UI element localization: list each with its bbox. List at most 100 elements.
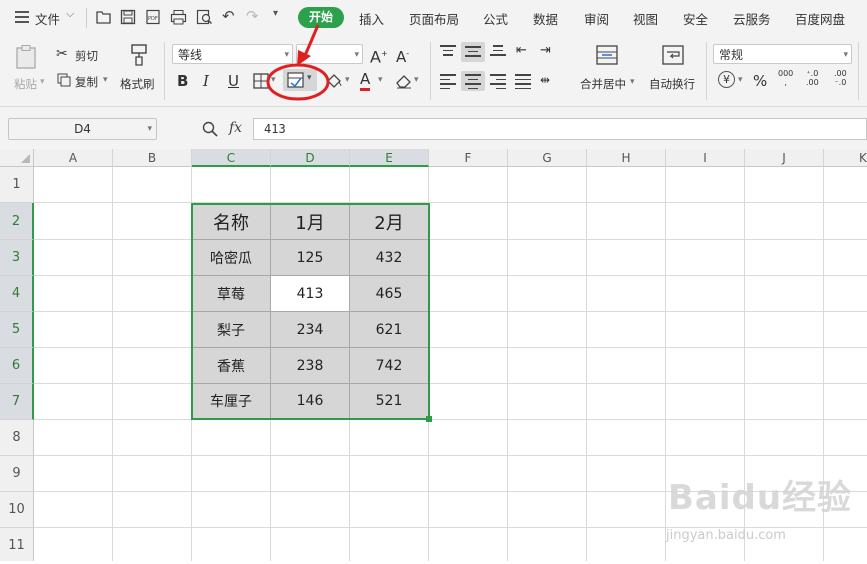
cell-e5[interactable]: 621 [350, 312, 429, 348]
paste-icon[interactable] [14, 44, 40, 70]
format-painter-icon[interactable] [128, 43, 150, 67]
decrease-font-size-icon[interactable]: A- [396, 44, 409, 67]
cell-d7[interactable]: 146 [271, 384, 350, 419]
hamburger-menu-icon[interactable] [15, 11, 29, 23]
currency-dropdown-icon[interactable]: ▾ [738, 75, 743, 85]
print-icon[interactable] [170, 9, 187, 25]
cell-d3[interactable]: 125 [271, 240, 350, 276]
redo-icon[interactable]: ↷ [246, 7, 259, 25]
copy-dropdown-icon[interactable]: ▾ [103, 75, 108, 85]
copy-button[interactable]: 复制 [75, 74, 98, 90]
row-header-8[interactable]: 8 [0, 420, 34, 456]
column-header-k[interactable]: K [824, 149, 867, 167]
scissors-icon[interactable]: ✂ [56, 44, 68, 64]
tab-view[interactable]: 视图 [633, 9, 658, 28]
column-header-a[interactable]: A [34, 149, 113, 167]
cell-d5[interactable]: 234 [271, 312, 350, 348]
row-header-2[interactable]: 2 [0, 203, 34, 240]
cell-c4[interactable]: 草莓 [192, 276, 271, 312]
save-icon[interactable] [120, 9, 136, 25]
decrease-decimal-icon[interactable]: .00 ⁻.0 [834, 69, 847, 87]
row-header-3[interactable]: 3 [0, 240, 34, 276]
cell-c3[interactable]: 哈密瓜 [192, 240, 271, 276]
borders-icon[interactable] [253, 73, 269, 89]
cell-e4[interactable]: 465 [350, 276, 429, 312]
cell-d2[interactable]: 1月 [271, 204, 350, 240]
merge-center-icon[interactable] [596, 45, 618, 65]
copy-icon[interactable] [57, 73, 71, 87]
wrap-text-icon[interactable] [662, 45, 684, 65]
cell-e2[interactable]: 2月 [350, 204, 429, 240]
cut-button[interactable]: 剪切 [75, 48, 98, 64]
column-header-i[interactable]: I [666, 149, 745, 167]
tab-formulas[interactable]: 公式 [483, 9, 508, 28]
undo-icon[interactable]: ↶ [222, 7, 235, 25]
merge-dropdown-icon[interactable]: ▾ [630, 77, 635, 87]
eraser-icon[interactable] [395, 73, 413, 89]
paste-button[interactable]: 粘贴 [14, 76, 37, 92]
increase-font-size-icon[interactable]: A+ [370, 44, 388, 67]
decrease-indent-icon[interactable]: ⇤ [516, 41, 527, 61]
align-top-icon[interactable] [440, 45, 456, 56]
align-left-icon[interactable] [440, 74, 456, 89]
currency-icon[interactable]: ¥ [718, 71, 735, 88]
row-header-1[interactable]: 1 [0, 167, 34, 203]
row-header-7[interactable]: 7 [0, 384, 34, 420]
row-header-9[interactable]: 9 [0, 456, 34, 492]
quick-access-dropdown-icon[interactable]: ▾ [273, 8, 278, 19]
justify-icon[interactable] [515, 74, 531, 89]
zoom-icon[interactable] [202, 121, 218, 137]
column-header-c[interactable]: C [192, 149, 271, 167]
eraser-dropdown-icon[interactable]: ▾ [414, 75, 419, 85]
row-header-5[interactable]: 5 [0, 312, 34, 348]
name-box[interactable]: D4 ▾ [8, 118, 157, 140]
tab-page-layout[interactable]: 页面布局 [409, 9, 459, 28]
number-format-select[interactable]: 常规 ▾ [713, 44, 852, 64]
row-header-11[interactable]: 11 [0, 528, 34, 561]
cell-e6[interactable]: 742 [350, 348, 429, 384]
tab-cloud-service[interactable]: 云服务 [733, 9, 771, 28]
merge-center-button[interactable]: 合并居中 [580, 76, 626, 92]
cell-c5[interactable]: 梨子 [192, 312, 271, 348]
tab-home[interactable]: 开始 [298, 7, 344, 28]
insert-function-button[interactable]: fx [229, 120, 242, 136]
bold-button[interactable]: B [177, 71, 188, 91]
borders-dropdown-icon[interactable]: ▾ [271, 75, 276, 85]
tab-insert[interactable]: 插入 [359, 9, 384, 28]
underline-button[interactable]: U [228, 71, 239, 91]
row-header-6[interactable]: 6 [0, 348, 34, 384]
font-color-icon[interactable]: A [360, 70, 371, 91]
cell-style-button[interactable]: ▾ [283, 69, 317, 91]
print-preview-icon[interactable] [196, 9, 213, 25]
thousands-separator-icon[interactable]: 000, [778, 69, 793, 87]
align-bottom-icon[interactable] [490, 45, 506, 56]
column-header-b[interactable]: B [113, 149, 192, 167]
tab-data[interactable]: 数据 [533, 9, 558, 28]
cell-c6[interactable]: 香蕉 [192, 348, 271, 384]
column-header-f[interactable]: F [429, 149, 508, 167]
cell-c7[interactable]: 车厘子 [192, 384, 271, 419]
cell-c2[interactable]: 名称 [192, 204, 271, 240]
row-header-4[interactable]: 4 [0, 276, 34, 312]
format-painter-button[interactable]: 格式刷 [120, 76, 155, 92]
increase-decimal-icon[interactable]: ⁺.0.00 [806, 69, 819, 87]
column-header-g[interactable]: G [508, 149, 587, 167]
formula-input[interactable]: 413 [253, 118, 867, 140]
italic-button[interactable]: I [203, 71, 209, 91]
paste-dropdown-icon[interactable]: ▾ [40, 77, 45, 87]
cell-e3[interactable]: 432 [350, 240, 429, 276]
fill-handle[interactable] [426, 416, 432, 422]
cell-e7[interactable]: 521 [350, 384, 429, 419]
align-right-icon[interactable] [490, 74, 506, 89]
column-header-h[interactable]: H [587, 149, 666, 167]
export-pdf-icon[interactable]: PDF [145, 9, 161, 25]
percent-icon[interactable]: % [753, 71, 767, 91]
distributed-align-icon[interactable]: ⇹ [540, 70, 550, 90]
column-header-j[interactable]: J [745, 149, 824, 167]
tab-review[interactable]: 审阅 [584, 9, 609, 28]
font-color-dropdown-icon[interactable]: ▾ [378, 75, 383, 85]
column-header-d[interactable]: D [271, 149, 350, 167]
file-menu-chevron-down-icon[interactable]: ⌵ [66, 7, 74, 21]
open-folder-icon[interactable] [96, 10, 112, 24]
select-all-corner[interactable] [0, 149, 34, 167]
